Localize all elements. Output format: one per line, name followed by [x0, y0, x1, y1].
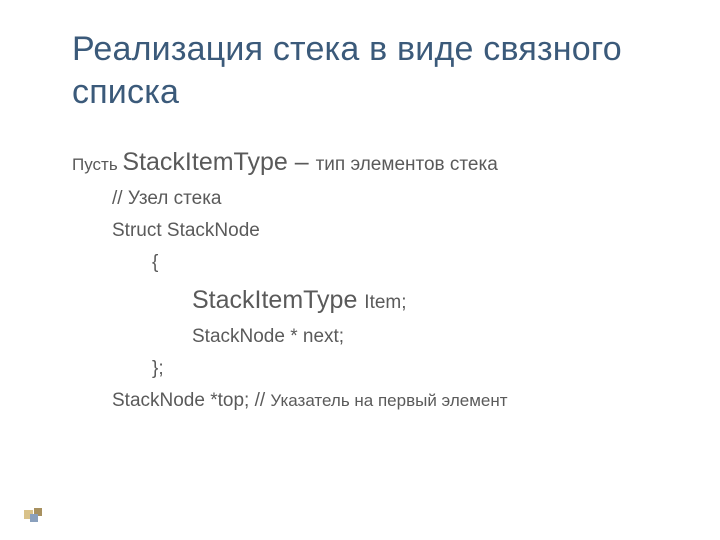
slide: Реализация стека в виде связного списка … [0, 0, 720, 540]
slide-body: Пусть StackItemType – тип элементов стек… [72, 141, 672, 416]
intro-suffix: тип элементов стека [316, 154, 498, 175]
code-struct-decl: Struct StackNode [72, 215, 672, 247]
intro-prefix: Пусть [72, 155, 122, 174]
code-comment-node: // Узел стека [72, 183, 672, 215]
intro-type: StackItemType [122, 148, 287, 176]
code-brace-close: }; [72, 353, 672, 385]
code-field-next: StackNode * next; [72, 321, 672, 353]
code-field-item-type: StackItemType [192, 286, 364, 314]
code-field-item-name: Item; [364, 292, 406, 313]
code-top-line: StackNode *top; // Указатель на первый э… [72, 385, 672, 417]
code-brace-open: { [72, 247, 672, 279]
code-top-comment: Указатель на первый элемент [270, 391, 507, 410]
code-field-item: StackItemType Item; [72, 279, 672, 321]
intro-dash: – [288, 148, 316, 176]
intro-line: Пусть StackItemType – тип элементов стек… [72, 141, 672, 183]
corner-decor-icon [24, 508, 58, 522]
code-top-decl: StackNode *top; // [112, 390, 270, 411]
slide-title: Реализация стека в виде связного списка [72, 28, 672, 113]
